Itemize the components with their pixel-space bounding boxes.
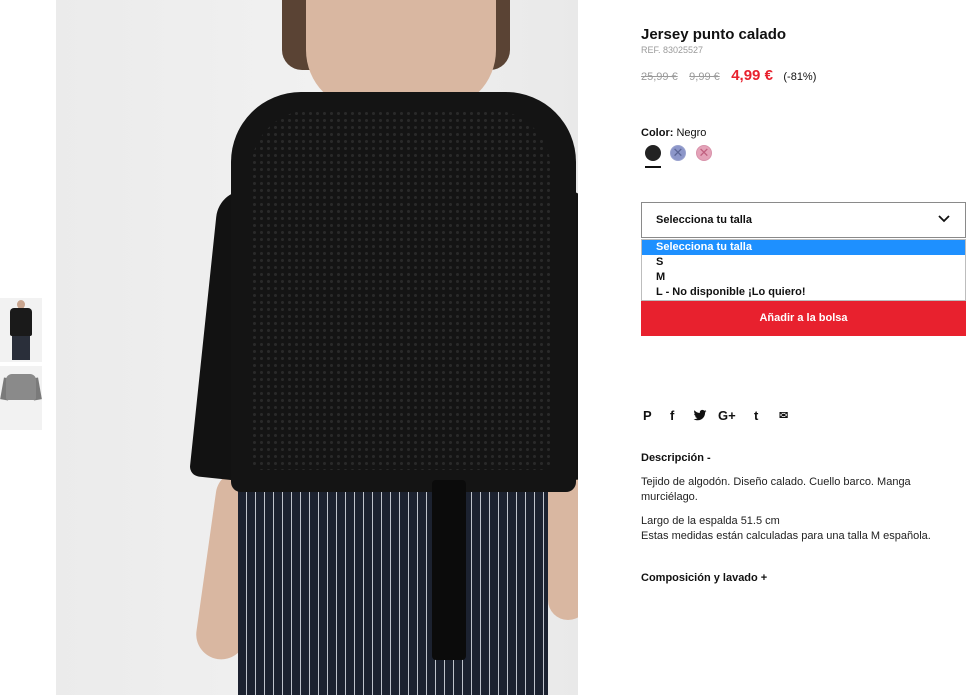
photo-sweater-knit-texture [251,110,551,470]
thumbnail-product-flat[interactable] [0,366,42,430]
twitter-icon[interactable] [693,409,707,422]
pinterest-icon[interactable]: P [643,408,652,424]
price-previous: 9,99 € [689,71,720,83]
product-ref: REF. 83025527 [641,45,704,55]
measurement-length: Largo de la espalda 51.5 cm [641,515,780,527]
measurement-note: Estas medidas están calculadas para una … [641,530,931,542]
thumb-pants-shape [12,336,30,360]
cross-icon: ✕ [698,145,710,160]
discount-badge: (-81%) [783,71,817,83]
price-original: 25,99 € [641,71,678,83]
thumbnail-list [0,298,42,434]
thumbnail-model[interactable] [0,298,42,362]
email-icon[interactable]: ✉ [779,408,788,424]
tumblr-icon[interactable]: t [754,408,758,424]
size-option-placeholder[interactable]: Selecciona tu talla [642,240,965,255]
color-label-row: Color: Negro [641,127,706,139]
color-label: Color: [641,127,674,139]
description-text: Tejido de algodón. Diseño calado. Cuello… [641,476,911,503]
photo-pinstripe-pants [238,470,548,695]
thumb-sweater-grey [6,374,36,400]
size-select[interactable]: Selecciona tu talla [641,202,966,238]
size-option-s[interactable]: S [642,255,965,270]
price-row: 25,99 € 9,99 € 4,99 € (-81%) [641,67,816,87]
measurements-text: Largo de la espalda 51.5 cm Estas medida… [641,514,966,544]
photo-hand-right [548,470,578,620]
swatch-blue-unavailable[interactable]: ✕ [670,145,686,161]
selected-swatch-indicator [645,166,661,168]
chevron-down-icon [938,215,950,223]
facebook-icon[interactable]: f [670,408,674,424]
product-main-image [56,0,578,695]
description-toggle[interactable]: Descripción - [641,452,711,464]
color-value: Negro [676,127,707,139]
swatch-pink-unavailable[interactable]: ✕ [696,145,712,161]
add-to-bag-button[interactable]: Añadir a la bolsa [641,301,966,336]
size-option-l[interactable]: L - No disponible ¡Lo quiero! [642,285,965,300]
googleplus-icon[interactable]: G+ [718,408,736,424]
swatch-black[interactable] [645,145,661,161]
product-title: Jersey punto calado [641,26,787,43]
thumb-sweater-shape [10,308,32,336]
price-current: 4,99 € [731,67,773,84]
size-select-label: Selecciona tu talla [656,214,752,226]
size-dropdown-list: Selecciona tu talla S M L - No disponibl… [641,239,966,301]
photo-belt-tie [432,480,466,660]
composition-toggle[interactable]: Composición y lavado + [641,572,767,584]
size-option-m[interactable]: M [642,270,965,285]
cross-icon: ✕ [672,145,684,160]
